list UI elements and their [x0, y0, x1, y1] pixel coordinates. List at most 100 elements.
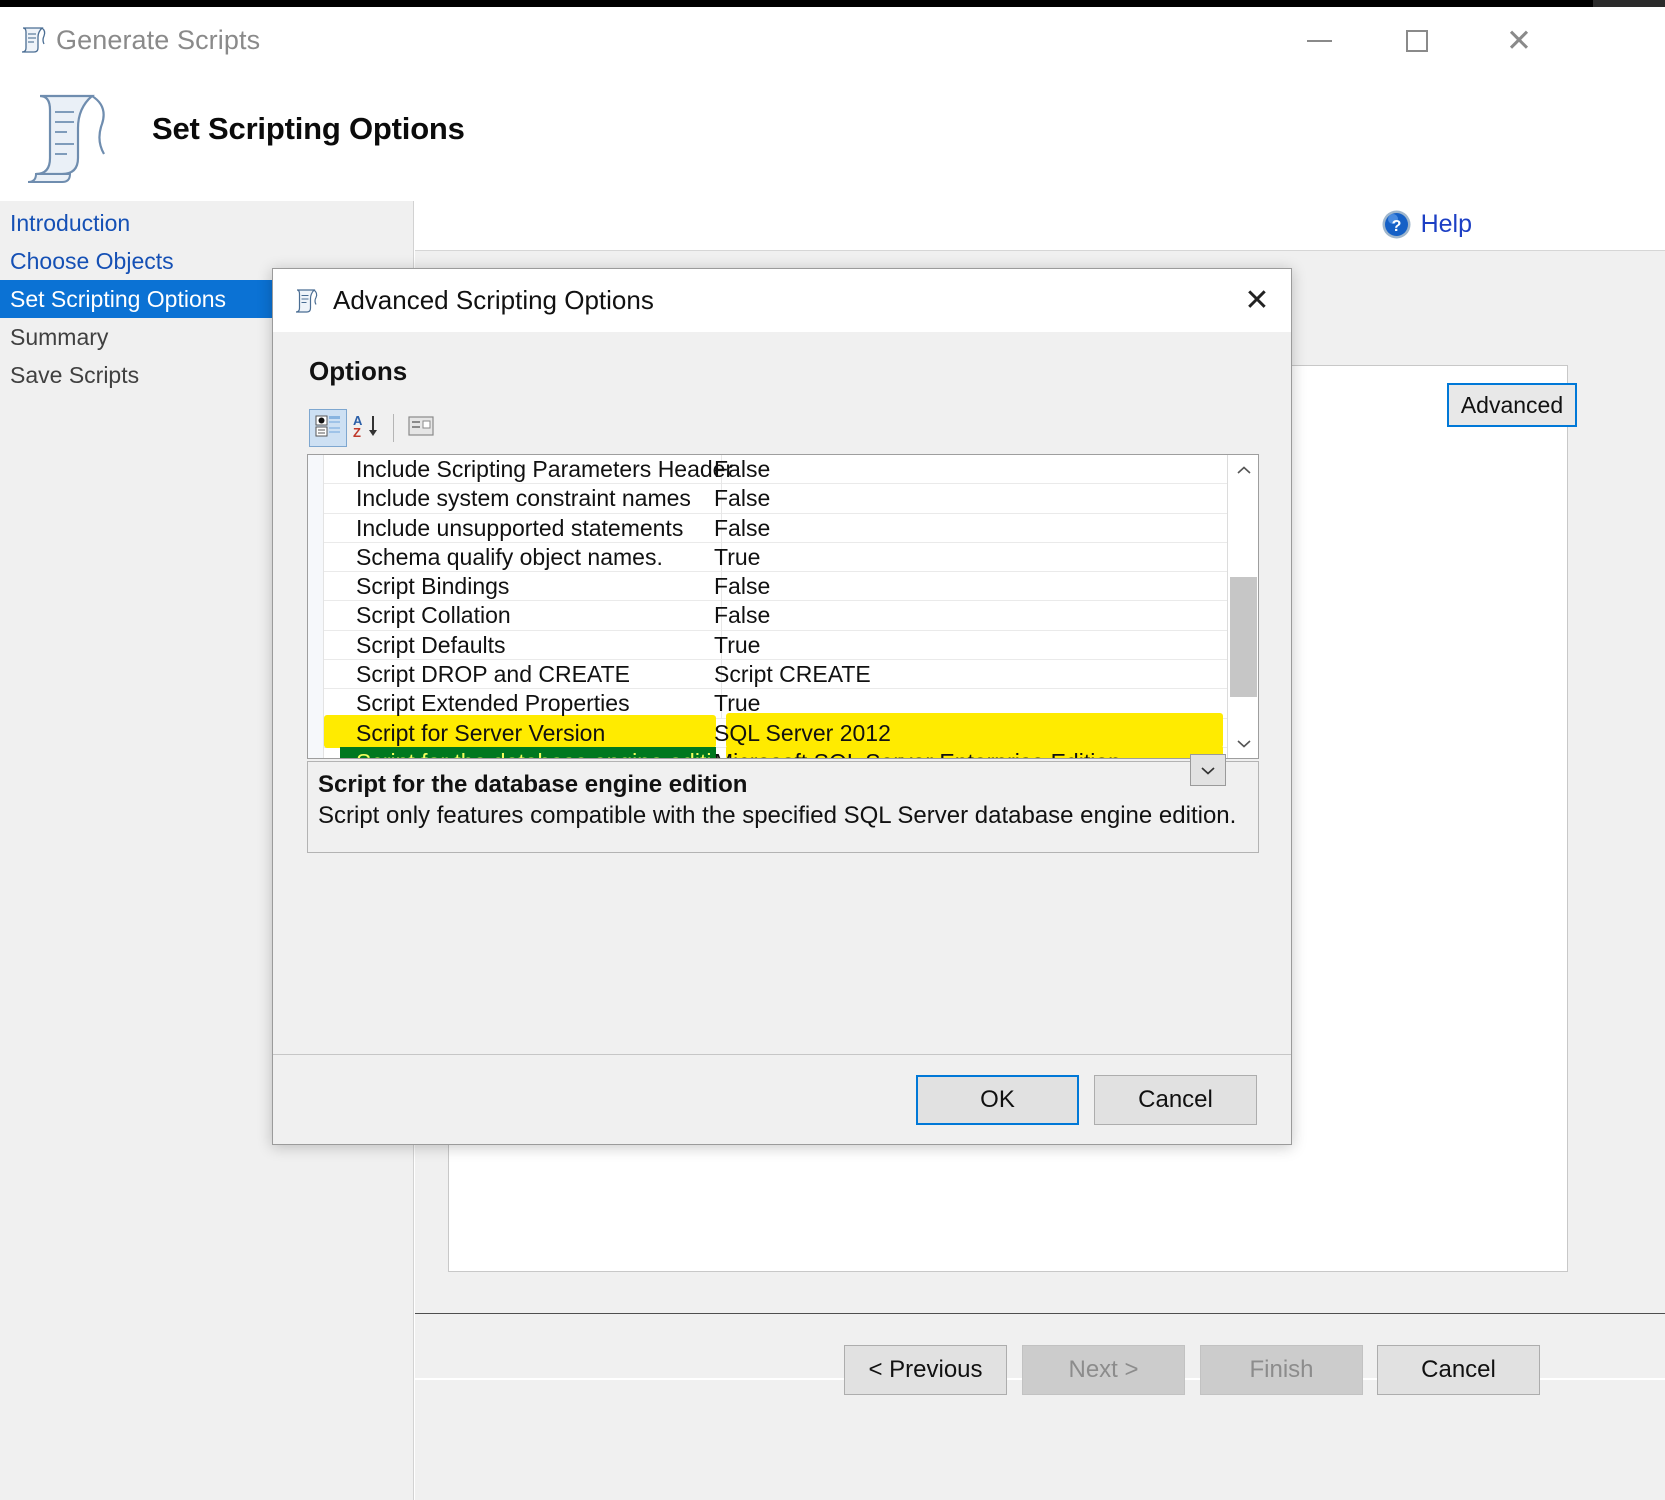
options-toolbar: A Z: [309, 409, 440, 447]
option-value: SQL Server 2012: [714, 719, 891, 746]
close-icon: ✕: [1244, 283, 1270, 317]
property-pages-button[interactable]: [402, 409, 440, 447]
sidebar-item-label: Save Scripts: [10, 361, 140, 388]
scrollbar-up-button[interactable]: [1228, 455, 1258, 485]
help-label: Help: [1420, 210, 1472, 238]
dialog-cancel-button[interactable]: Cancel: [1094, 1075, 1257, 1125]
dialog-footer-divider: [273, 1054, 1291, 1055]
maximize-icon: [1406, 30, 1428, 52]
engine-edition-dropdown-button[interactable]: [1190, 754, 1226, 786]
finish-button: Finish: [1200, 1345, 1363, 1395]
property-pages-icon: [407, 414, 435, 443]
advanced-button[interactable]: Advanced: [1447, 383, 1577, 427]
chevron-down-icon: [1201, 762, 1215, 779]
scrollbar-down-button[interactable]: [1228, 728, 1258, 758]
help-question-icon: ?: [1381, 209, 1412, 240]
option-value: False: [714, 602, 771, 629]
script-scroll-icon: [291, 286, 321, 316]
scrollbar-thumb[interactable]: [1230, 577, 1257, 697]
footer-divider: [415, 1313, 1665, 1314]
sidebar-item-label: Introduction: [10, 209, 131, 236]
advanced-button-label: Advanced: [1460, 391, 1564, 418]
help-link[interactable]: ? Help: [1381, 209, 1472, 240]
table-row[interactable]: Include Scripting Parameters Header Fals…: [324, 455, 1228, 485]
dialog-close-button[interactable]: ✕: [1233, 277, 1281, 323]
table-row[interactable]: Include unsupported statements False: [324, 513, 1228, 544]
next-button: Next >: [1022, 1345, 1185, 1395]
sidebar-item-label: Choose Objects: [10, 247, 174, 274]
options-property-grid[interactable]: Include Scripting Parameters Header Fals…: [307, 454, 1259, 759]
grid-gutter: [308, 455, 324, 758]
main-topbar: ? Help: [415, 201, 1665, 251]
option-name: Script DROP and CREATE: [356, 661, 630, 688]
sidebar-item-introduction[interactable]: Introduction: [0, 204, 414, 242]
page-title: Set Scripting Options: [152, 111, 465, 146]
option-description-pane: Script for the database engine edition S…: [307, 761, 1259, 853]
options-section-title: Options: [309, 356, 408, 386]
table-row[interactable]: Script Bindings False: [324, 572, 1228, 602]
option-value: True: [714, 543, 761, 570]
toolbar-divider: [393, 414, 394, 442]
dialog-titlebar: Advanced Scripting Options ✕: [273, 269, 1291, 332]
option-name: Schema qualify object names.: [356, 543, 663, 570]
option-name: Script for the database engine edition: [324, 748, 737, 758]
option-value: Microsoft SQL Server Enterprise Edition: [704, 748, 1228, 758]
dialog-title: Advanced Scripting Options: [333, 285, 654, 315]
script-scroll-large-icon: [22, 82, 114, 187]
chevron-up-icon: [1236, 460, 1251, 480]
ok-button[interactable]: OK: [916, 1075, 1079, 1125]
option-value: False: [714, 514, 771, 541]
script-scroll-icon: [16, 23, 50, 57]
option-value: Script CREATE: [714, 661, 871, 688]
maximize-button[interactable]: [1384, 14, 1450, 68]
option-value: True: [714, 631, 761, 658]
option-value: False: [714, 573, 771, 600]
option-name: Script Bindings: [356, 573, 510, 600]
sidebar-item-label: Summary: [10, 323, 109, 350]
option-value: False: [714, 485, 771, 512]
sidebar-item-label: Set Scripting Options: [10, 285, 227, 312]
svg-text:?: ?: [1391, 218, 1401, 235]
table-row[interactable]: Script DROP and CREATE Script CREATE: [324, 660, 1228, 690]
minimize-button[interactable]: [1286, 14, 1352, 68]
description-body: Script only features compatible with the…: [318, 802, 1237, 829]
option-name: Include system constraint names: [356, 485, 691, 512]
alphabetical-sort-button[interactable]: A Z: [347, 409, 385, 447]
option-value: False: [714, 456, 771, 482]
cancel-button-label: Cancel: [1421, 1356, 1496, 1383]
advanced-scripting-options-dialog: Advanced Scripting Options ✕ Options A Z…: [272, 268, 1292, 1145]
grid-scrollbar[interactable]: [1227, 455, 1258, 758]
table-row-selected[interactable]: Script for the database engine edition M…: [324, 744, 1228, 758]
close-icon: ✕: [1506, 23, 1532, 58]
cancel-button[interactable]: Cancel: [1377, 1345, 1540, 1395]
grid-rows: Include Scripting Parameters Header Fals…: [324, 455, 1228, 758]
next-button-label: Next >: [1068, 1356, 1139, 1383]
window-title: Generate Scripts: [56, 25, 261, 55]
window-top-edge: [0, 0, 1665, 7]
chevron-down-icon: [1236, 733, 1251, 753]
page-header: Set Scripting Options: [0, 67, 1665, 201]
table-row[interactable]: Include system constraint names False: [324, 484, 1228, 514]
window-titlebar: Generate Scripts ✕: [0, 7, 1665, 67]
categorized-view-button[interactable]: [309, 409, 347, 447]
option-value: True: [714, 690, 761, 717]
option-name: Script Extended Properties: [356, 690, 630, 717]
svg-text:Z: Z: [353, 425, 361, 439]
description-title: Script for the database engine edition: [318, 771, 748, 798]
minimize-icon: [1306, 40, 1332, 42]
option-name: Script for Server Version: [356, 719, 606, 746]
dialog-cancel-button-label: Cancel: [1138, 1086, 1213, 1113]
previous-button[interactable]: < Previous: [844, 1345, 1007, 1395]
close-button[interactable]: ✕: [1486, 14, 1552, 68]
window-top-edge-right: [1593, 0, 1665, 7]
option-name: Include unsupported statements: [356, 514, 684, 541]
table-row[interactable]: Script Defaults True: [324, 630, 1228, 661]
table-row[interactable]: Schema qualify object names. True: [324, 542, 1228, 573]
table-row[interactable]: Script for Server Version SQL Server 201…: [324, 712, 1228, 748]
table-row[interactable]: Script Extended Properties True: [324, 689, 1228, 719]
categorized-view-icon: [315, 414, 341, 443]
previous-button-label: < Previous: [868, 1356, 983, 1383]
finish-button-label: Finish: [1249, 1356, 1314, 1383]
option-name: Script Defaults: [356, 631, 506, 658]
table-row[interactable]: Script Collation False: [324, 601, 1228, 632]
